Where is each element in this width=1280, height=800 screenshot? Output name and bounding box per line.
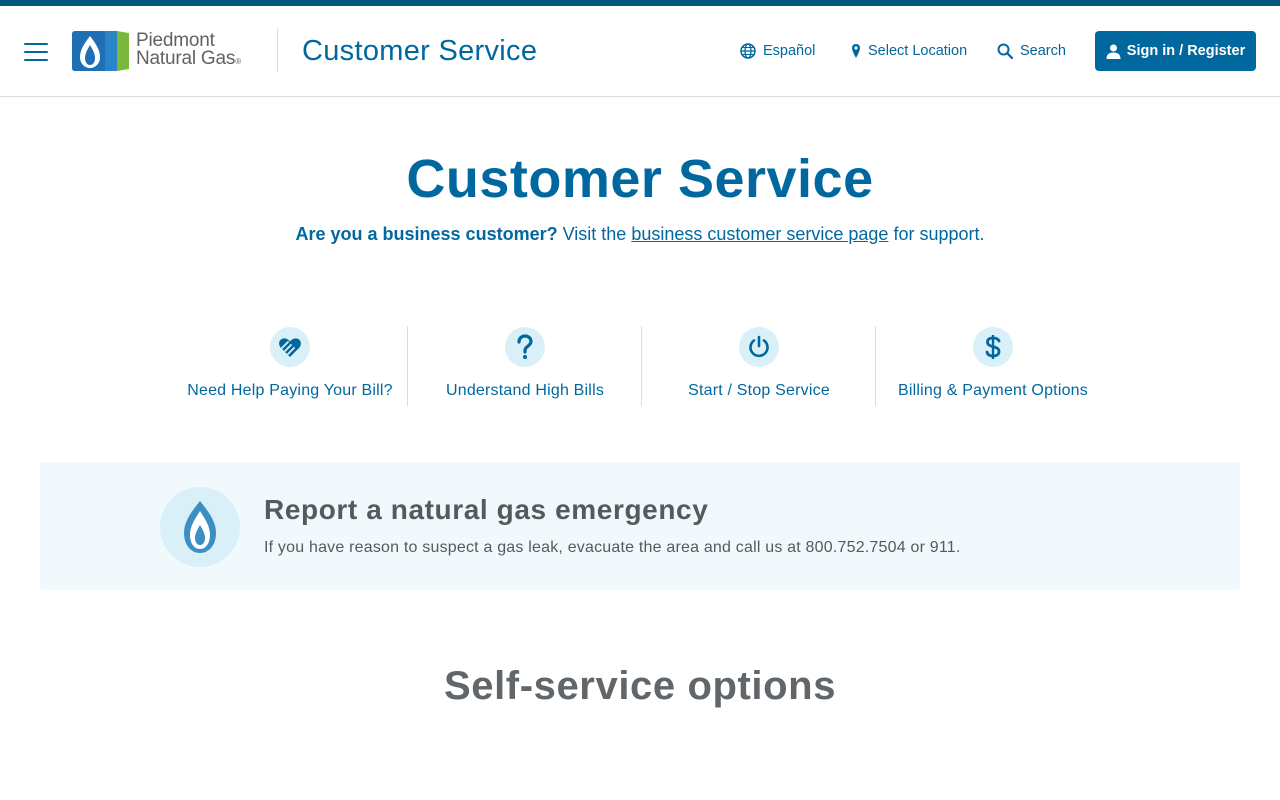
language-label: Español	[763, 43, 816, 59]
quick-link-label: Understand High Bills	[445, 382, 605, 399]
select-location-link[interactable]: Select Location	[851, 43, 967, 59]
flame-icon	[160, 487, 240, 567]
emergency-banner: Report a natural gas emergency If you ha…	[40, 462, 1240, 590]
quick-link-help-paying[interactable]: Need Help Paying Your Bill?	[173, 326, 407, 406]
search-icon	[997, 43, 1013, 59]
emergency-title: Report a natural gas emergency	[264, 494, 709, 525]
note-text-2: for support.	[888, 224, 985, 244]
search-label: Search	[1020, 43, 1066, 59]
search-link[interactable]: Search	[997, 43, 1066, 59]
quick-link-label: Billing & Payment Options	[898, 382, 1088, 399]
site-header: Piedmont Natural Gas® Customer Service E…	[0, 6, 1280, 97]
header-title[interactable]: Customer Service	[302, 35, 537, 68]
language-link[interactable]: Español	[740, 43, 815, 59]
header-divider	[277, 28, 278, 72]
question-icon	[505, 327, 545, 367]
page-title: Customer Service	[406, 149, 874, 209]
user-icon	[1106, 44, 1121, 59]
quick-link-high-bills[interactable]: Understand High Bills	[407, 326, 641, 406]
flame-logo-icon	[72, 31, 129, 71]
logo-text: Piedmont Natural Gas®	[136, 30, 241, 69]
quick-link-billing-payment[interactable]: Billing & Payment Options	[875, 326, 1109, 406]
quick-link-label: Need Help Paying Your Bill?	[187, 382, 393, 399]
menu-icon[interactable]	[24, 43, 48, 61]
emergency-text: If you have reason to suspect a gas leak…	[264, 539, 961, 556]
location-pin-icon	[852, 44, 860, 58]
sign-in-button[interactable]: Sign in / Register	[1095, 31, 1256, 71]
piedmont-logo[interactable]: Piedmont Natural Gas®	[71, 28, 261, 74]
business-customer-note: Are you a business customer? Visit the b…	[0, 224, 1280, 245]
business-question: Are you a business customer?	[295, 224, 558, 244]
quick-link-start-stop[interactable]: Start / Stop Service	[641, 326, 875, 406]
quick-link-label: Start / Stop Service	[688, 382, 830, 399]
dollar-icon	[973, 327, 1013, 367]
power-icon	[739, 327, 779, 367]
sign-in-label: Sign in / Register	[1126, 43, 1246, 59]
self-service-heading: Self-service options	[443, 664, 837, 708]
quick-links: Need Help Paying Your Bill? Understand H…	[173, 326, 1109, 406]
business-customer-service-link[interactable]: business customer service page	[631, 224, 888, 244]
note-text-1: Visit the	[557, 224, 632, 244]
location-label: Select Location	[868, 43, 968, 59]
heart-hand-icon	[270, 327, 310, 367]
globe-icon	[740, 43, 756, 59]
